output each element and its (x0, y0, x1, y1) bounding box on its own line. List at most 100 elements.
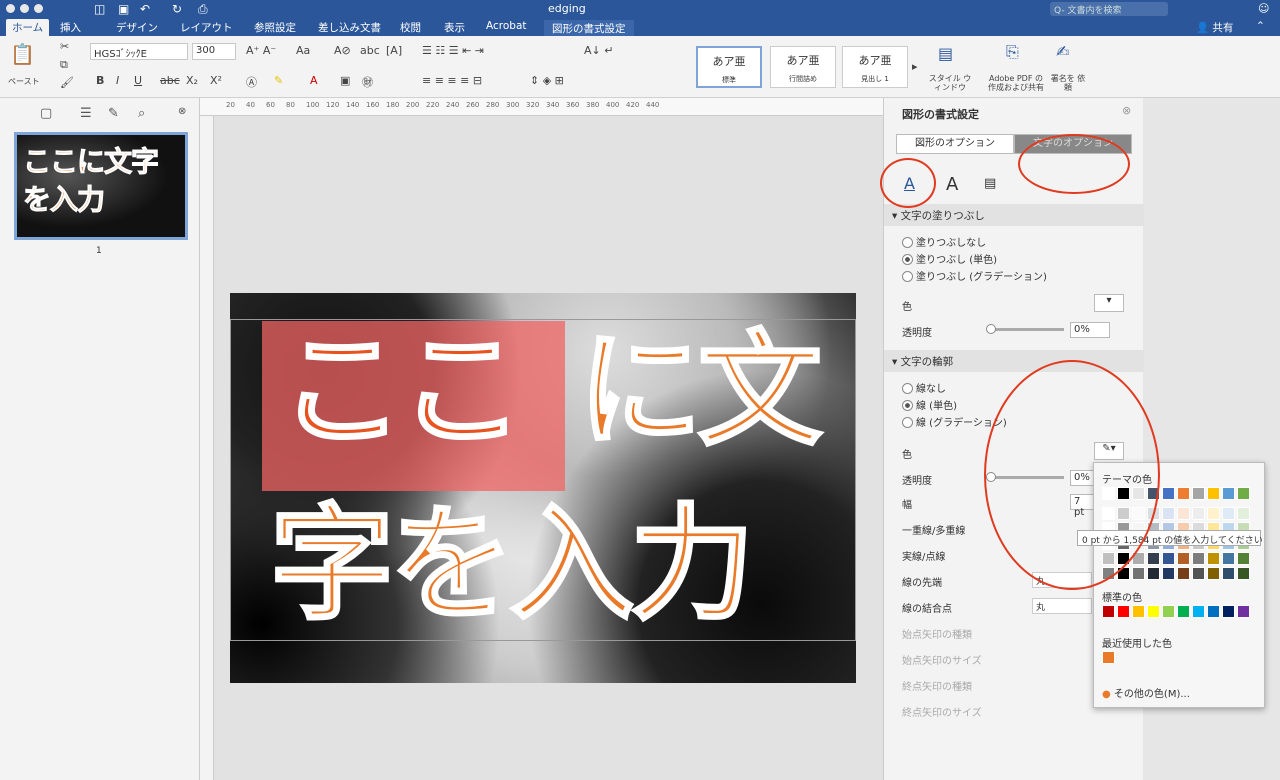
adobe-pdf-icon[interactable]: ⎘ (1006, 42, 1019, 62)
theme-shade-swatch[interactable] (1162, 507, 1175, 520)
strikethrough-button[interactable]: abc (160, 74, 180, 87)
theme-shade-swatch[interactable] (1147, 552, 1160, 565)
theme-shade-swatch[interactable] (1162, 552, 1175, 565)
theme-color-swatch[interactable] (1222, 487, 1235, 500)
theme-color-swatch[interactable] (1192, 487, 1205, 500)
style-normal[interactable]: あア亜 標準 (696, 46, 762, 88)
standard-color-swatch[interactable] (1102, 605, 1115, 618)
theme-shade-swatch[interactable] (1222, 552, 1235, 565)
close-pane-icon[interactable]: ⊗ (178, 106, 186, 117)
ruby-icon[interactable]: abc (360, 44, 380, 57)
fill-none-radio[interactable]: 塗りつぶしなし (902, 234, 986, 249)
sign-icon[interactable]: ✍ (1056, 42, 1069, 61)
theme-shade-swatch[interactable] (1237, 552, 1250, 565)
text-box-icon[interactable]: ▤ (984, 176, 996, 191)
tab-review[interactable]: 校閲 (400, 20, 421, 35)
font-color-icon[interactable]: A (310, 74, 318, 87)
slider-knob[interactable] (986, 324, 996, 334)
format-painter-icon[interactable]: 🖌 (60, 76, 74, 89)
theme-shade-swatch[interactable] (1132, 567, 1145, 580)
theme-shade-swatch[interactable] (1192, 552, 1205, 565)
fill-color-button[interactable]: ▾ (1094, 294, 1124, 312)
bold-button[interactable]: B (96, 74, 104, 87)
cut-icon[interactable]: ✂ (60, 40, 69, 53)
search-icon[interactable]: ⌕ (138, 106, 145, 121)
subscript-button[interactable]: X₂ (186, 74, 198, 87)
standard-color-swatch[interactable] (1207, 605, 1220, 618)
italic-button[interactable]: I (116, 74, 119, 87)
font-name-select[interactable]: HGSｺﾞｼｯｸE (90, 43, 188, 60)
theme-shade-swatch[interactable] (1207, 507, 1220, 520)
char-shading-icon[interactable]: ▣ (340, 74, 350, 87)
share-button[interactable]: 👤 共有 (1196, 20, 1233, 35)
horizontal-ruler[interactable]: 20 40 60 80 100 120 140 160 180 200 220 240 260 280 30… (200, 98, 883, 116)
standard-color-swatch[interactable] (1177, 605, 1190, 618)
text-effects-icon[interactable]: Ⓐ (246, 74, 257, 90)
print-icon[interactable]: ⎙ (198, 2, 208, 17)
theme-shade-swatch[interactable] (1162, 567, 1175, 580)
redo-icon[interactable]: ↻ (172, 2, 182, 16)
tab-references[interactable]: 参照設定 (254, 20, 296, 35)
theme-shade-swatch[interactable] (1177, 567, 1190, 580)
superscript-button[interactable]: X² (210, 74, 222, 87)
tab-design[interactable]: デザイン (116, 20, 158, 35)
tab-view[interactable]: 表示 (444, 20, 465, 35)
theme-shade-swatch[interactable] (1222, 567, 1235, 580)
standard-color-swatch[interactable] (1132, 605, 1145, 618)
edit-icon[interactable]: ✎ (108, 106, 119, 121)
style-heading1[interactable]: あア亜 見出し 1 (842, 46, 908, 88)
paste-icon[interactable]: 📋 (10, 42, 35, 66)
collapse-ribbon-icon[interactable]: ⌃ (1256, 20, 1265, 32)
style-window-label[interactable]: スタイル ウィンドウ (926, 74, 974, 92)
line-spacing-icon[interactable]: ⇕ ◈ ⊞ (530, 74, 564, 87)
close-window-button[interactable] (6, 4, 15, 13)
tab-home[interactable]: ホーム (6, 19, 50, 36)
theme-color-swatch[interactable] (1177, 487, 1190, 500)
change-case-icon[interactable]: Aa (296, 44, 310, 57)
save-icon[interactable]: ▣ (118, 2, 129, 16)
join-select[interactable]: 丸 (1032, 598, 1092, 614)
outline-solid-radio[interactable]: 線 (単色) (902, 397, 957, 412)
theme-color-swatch[interactable] (1237, 487, 1250, 500)
account-icon[interactable]: ☺ (1258, 2, 1269, 15)
recent-color-swatch[interactable] (1102, 651, 1115, 664)
standard-color-swatch[interactable] (1192, 605, 1205, 618)
tab-acrobat[interactable]: Acrobat (486, 20, 527, 32)
document-canvas[interactable]: ここ に文 字を入力 (214, 116, 883, 780)
sort-icon[interactable]: A↓ ↵ (584, 44, 613, 57)
underline-button[interactable]: U (134, 74, 142, 87)
theme-shade-swatch[interactable] (1237, 507, 1250, 520)
sidebar-toggle-icon[interactable]: ◫ (94, 2, 105, 16)
style-no-spacing[interactable]: あア亜 行間詰め (770, 46, 836, 88)
tab-mailings[interactable]: 差し込み文書 (318, 20, 381, 35)
style-window-icon[interactable]: ▤ (938, 44, 953, 63)
clear-format-icon[interactable]: A⊘ (334, 44, 351, 57)
standard-color-swatch[interactable] (1222, 605, 1235, 618)
maximize-window-button[interactable] (34, 4, 43, 13)
fill-section-header[interactable]: ▾ 文字の塗りつぶし (884, 204, 1144, 226)
more-colors-button[interactable]: ● その他の色(M)... (1102, 685, 1190, 700)
theme-color-swatch[interactable] (1207, 487, 1220, 500)
outline-icon[interactable]: ☰ (80, 106, 92, 121)
theme-shade-swatch[interactable] (1192, 507, 1205, 520)
fill-transparency-slider[interactable] (986, 324, 1064, 334)
theme-shade-swatch[interactable] (1177, 552, 1190, 565)
bullets-icon[interactable]: ☰ ☷ ☰ ⇤ ⇥ (422, 44, 484, 57)
theme-shade-swatch[interactable] (1147, 567, 1160, 580)
theme-shade-swatch[interactable] (1207, 552, 1220, 565)
minimize-window-button[interactable] (20, 4, 29, 13)
copy-icon[interactable]: ⧉ (60, 58, 68, 72)
theme-color-swatch[interactable] (1162, 487, 1175, 500)
undo-icon[interactable]: ↶ (140, 2, 150, 16)
vertical-ruler[interactable] (200, 116, 214, 780)
font-size-select[interactable]: 300 (192, 43, 236, 60)
theme-shade-swatch[interactable] (1192, 567, 1205, 580)
page-thumbnail[interactable]: ここに文字を入力 (14, 132, 188, 240)
tab-insert[interactable]: 挿入 (60, 20, 81, 35)
theme-shade-swatch[interactable] (1177, 507, 1190, 520)
styles-expand-icon[interactable]: ▸ (912, 60, 918, 73)
sign-label[interactable]: 署名を 依頼 (1050, 74, 1086, 92)
close-pane-icon[interactable]: ⊗ (1122, 104, 1131, 117)
standard-color-swatch[interactable] (1117, 605, 1130, 618)
standard-color-swatch[interactable] (1147, 605, 1160, 618)
